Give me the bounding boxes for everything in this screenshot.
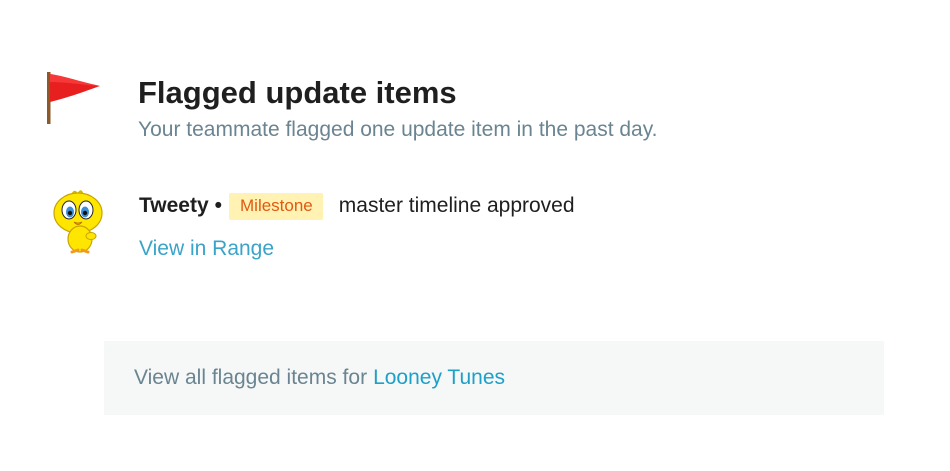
looney-tunes-link[interactable]: Looney Tunes xyxy=(373,366,505,390)
page-subtitle: Your teammate flagged one update item in… xyxy=(138,118,658,141)
page-title: Flagged update items xyxy=(138,75,457,110)
footer-panel: View all flagged items for Looney Tunes xyxy=(104,341,884,415)
flagged-item: Tweety • Milestone master timeline appro… xyxy=(139,190,910,261)
author-name: Tweety xyxy=(139,194,209,217)
tweety-avatar xyxy=(53,190,103,254)
header: Flagged update items Your teammate flagg… xyxy=(138,74,910,144)
view-in-range-link[interactable]: View in Range xyxy=(139,237,274,261)
red-flag-icon xyxy=(47,72,100,124)
footer-text: View all flagged items for xyxy=(134,366,368,389)
item-text: master timeline approved xyxy=(338,194,575,217)
flagged-item-line: Tweety • Milestone master timeline appro… xyxy=(139,190,910,222)
milestone-badge: Milestone xyxy=(229,192,323,220)
separator-dot: • xyxy=(214,194,222,217)
